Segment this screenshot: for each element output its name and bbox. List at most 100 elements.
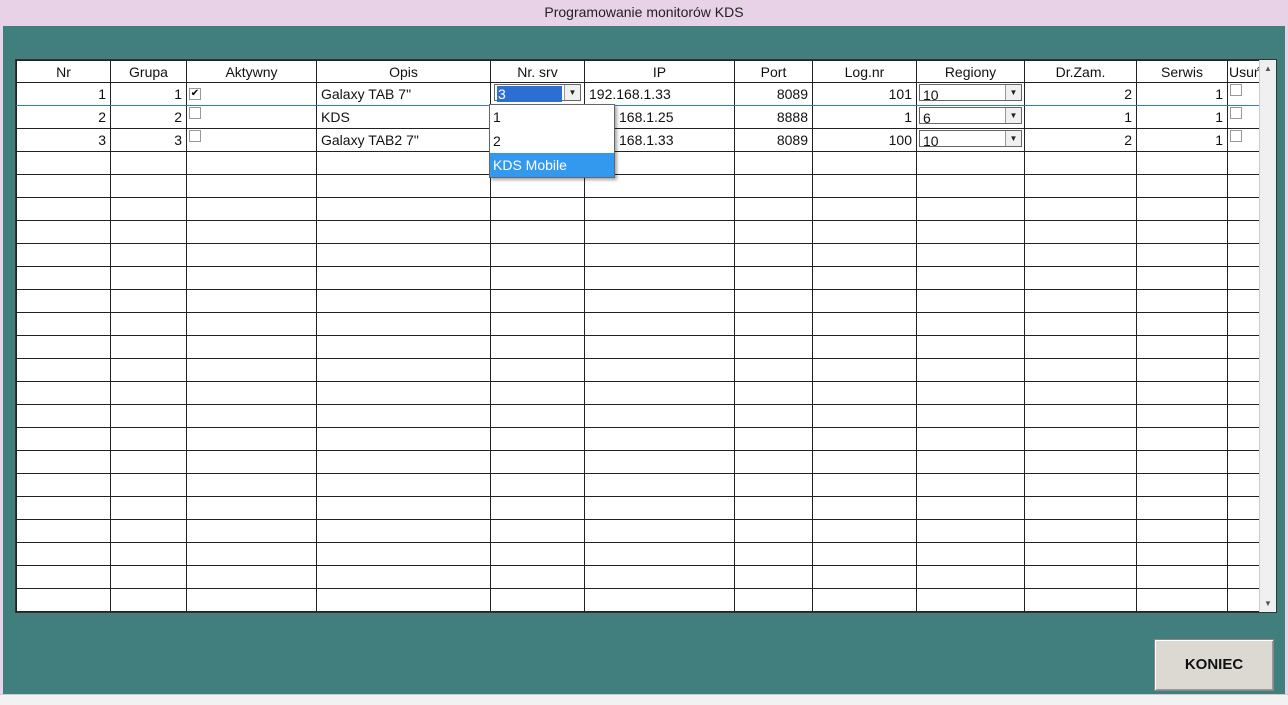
empty-cell[interactable] — [186, 565, 317, 589]
empty-cell[interactable] — [186, 381, 317, 405]
empty-cell[interactable] — [1136, 542, 1228, 566]
empty-cell[interactable] — [110, 197, 187, 221]
empty-cell[interactable] — [316, 312, 491, 336]
empty-cell[interactable] — [490, 289, 585, 313]
empty-cell[interactable] — [490, 473, 585, 497]
empty-cell[interactable] — [734, 266, 813, 290]
empty-cell[interactable] — [1024, 450, 1137, 474]
empty-cell[interactable] — [734, 542, 813, 566]
cell-regiony[interactable]: 6 ▼ — [916, 105, 1025, 129]
cell-port[interactable]: 8888 — [734, 105, 813, 129]
empty-cell[interactable] — [916, 220, 1025, 244]
cell-log-nr[interactable]: 1 — [812, 105, 917, 129]
empty-cell[interactable] — [16, 243, 111, 267]
empty-cell[interactable] — [916, 174, 1025, 198]
empty-cell[interactable] — [1136, 473, 1228, 497]
regiony-combo[interactable]: 10 ▼ — [919, 84, 1022, 103]
cell-serwis[interactable]: 1 — [1136, 128, 1228, 152]
dropdown-option-selected[interactable]: KDS Mobile — [490, 153, 614, 177]
empty-cell[interactable] — [584, 565, 735, 589]
empty-cell[interactable] — [16, 151, 111, 175]
chevron-down-icon[interactable]: ▼ — [1005, 108, 1021, 123]
empty-cell[interactable] — [16, 220, 111, 244]
empty-table-row[interactable] — [16, 358, 1264, 382]
empty-cell[interactable] — [584, 358, 735, 382]
empty-cell[interactable] — [186, 473, 317, 497]
empty-cell[interactable] — [1024, 266, 1137, 290]
empty-cell[interactable] — [916, 588, 1025, 612]
empty-table-row[interactable] — [16, 335, 1264, 359]
empty-cell[interactable] — [16, 565, 111, 589]
cell-nr[interactable]: 2 — [16, 105, 111, 129]
empty-cell[interactable] — [1024, 197, 1137, 221]
empty-table-row[interactable] — [16, 289, 1264, 313]
empty-cell[interactable] — [16, 197, 111, 221]
empty-cell[interactable] — [916, 496, 1025, 520]
col-header-port[interactable]: Port — [734, 60, 813, 83]
empty-cell[interactable] — [110, 151, 187, 175]
empty-cell[interactable] — [490, 450, 585, 474]
empty-cell[interactable] — [916, 427, 1025, 451]
empty-cell[interactable] — [490, 358, 585, 382]
empty-cell[interactable] — [1024, 496, 1137, 520]
empty-cell[interactable] — [734, 151, 813, 175]
empty-cell[interactable] — [110, 335, 187, 359]
empty-cell[interactable] — [584, 450, 735, 474]
empty-cell[interactable] — [316, 381, 491, 405]
empty-cell[interactable] — [316, 197, 491, 221]
empty-cell[interactable] — [316, 289, 491, 313]
empty-cell[interactable] — [916, 450, 1025, 474]
empty-table-row[interactable] — [16, 243, 1264, 267]
empty-table-row[interactable] — [16, 496, 1264, 520]
empty-cell[interactable] — [316, 588, 491, 612]
empty-cell[interactable] — [1024, 542, 1137, 566]
empty-cell[interactable] — [1136, 404, 1228, 428]
empty-cell[interactable] — [1024, 174, 1137, 198]
empty-cell[interactable] — [490, 519, 585, 543]
empty-cell[interactable] — [110, 519, 187, 543]
col-header-opis[interactable]: Opis — [316, 60, 491, 83]
empty-cell[interactable] — [186, 404, 317, 428]
empty-cell[interactable] — [1024, 519, 1137, 543]
empty-cell[interactable] — [1024, 243, 1137, 267]
empty-cell[interactable] — [490, 588, 585, 612]
chevron-down-icon[interactable]: ▼ — [564, 85, 580, 100]
empty-table-row[interactable] — [16, 220, 1264, 244]
regiony-combo[interactable]: 6 ▼ — [919, 107, 1022, 126]
empty-cell[interactable] — [916, 358, 1025, 382]
empty-cell[interactable] — [316, 174, 491, 198]
empty-cell[interactable] — [1136, 335, 1228, 359]
cell-log-nr[interactable]: 101 — [812, 82, 917, 106]
empty-cell[interactable] — [316, 450, 491, 474]
empty-cell[interactable] — [734, 358, 813, 382]
empty-table-row[interactable] — [16, 404, 1264, 428]
cell-port[interactable]: 8089 — [734, 128, 813, 152]
empty-cell[interactable] — [1136, 358, 1228, 382]
empty-table-row[interactable] — [16, 312, 1264, 336]
cell-aktywny[interactable] — [186, 128, 317, 152]
empty-cell[interactable] — [734, 473, 813, 497]
empty-cell[interactable] — [110, 358, 187, 382]
empty-cell[interactable] — [1136, 243, 1228, 267]
empty-cell[interactable] — [110, 588, 187, 612]
empty-table-row[interactable] — [16, 450, 1264, 474]
empty-cell[interactable] — [316, 151, 491, 175]
cell-log-nr[interactable]: 100 — [812, 128, 917, 152]
arrow-down-icon[interactable]: ▼ — [1260, 595, 1276, 612]
empty-cell[interactable] — [186, 289, 317, 313]
col-header-nr-srv[interactable]: Nr. srv — [490, 60, 585, 83]
col-header-dr-zam[interactable]: Dr.Zam. — [1024, 60, 1137, 83]
col-header-nr[interactable]: Nr — [16, 60, 111, 83]
col-header-log-nr[interactable]: Log.nr — [812, 60, 917, 83]
empty-cell[interactable] — [734, 289, 813, 313]
empty-cell[interactable] — [1136, 197, 1228, 221]
empty-cell[interactable] — [812, 197, 917, 221]
empty-cell[interactable] — [1024, 335, 1137, 359]
empty-cell[interactable] — [1024, 151, 1137, 175]
empty-cell[interactable] — [584, 404, 735, 428]
regiony-combo[interactable]: 10 ▼ — [919, 130, 1022, 149]
empty-cell[interactable] — [1136, 151, 1228, 175]
empty-cell[interactable] — [1136, 519, 1228, 543]
empty-cell[interactable] — [1024, 427, 1137, 451]
empty-cell[interactable] — [916, 381, 1025, 405]
